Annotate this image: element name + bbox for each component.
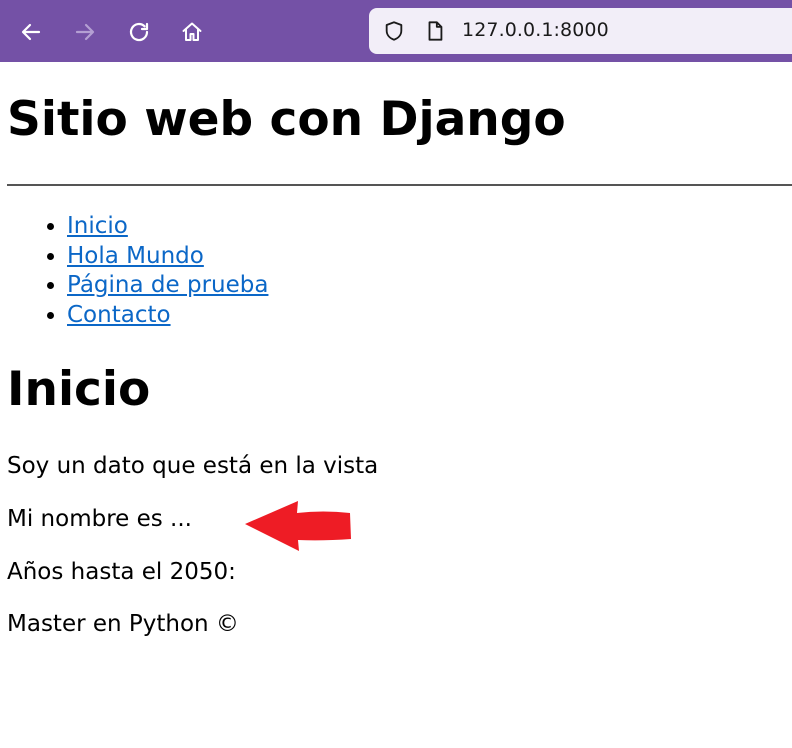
nav-link-pagina-de-prueba[interactable]: Página de prueba [67, 272, 268, 298]
reload-button[interactable] [121, 14, 157, 50]
address-bar[interactable]: 127.0.0.1:8000 [369, 8, 792, 54]
nav-link-hola-mundo[interactable]: Hola Mundo [67, 243, 204, 269]
nav-link-contacto[interactable]: Contacto [67, 302, 171, 328]
nav-item: Hola Mundo [67, 242, 268, 272]
url-text[interactable]: 127.0.0.1:8000 [462, 19, 609, 41]
back-button[interactable] [13, 14, 49, 50]
section-title: Inicio [7, 362, 151, 417]
back-arrow-icon [21, 23, 41, 41]
nav-item: Contacto [67, 301, 268, 331]
site-title: Sitio web con Django [7, 92, 566, 147]
nav-list: Inicio Hola Mundo Página de prueba Conta… [0, 212, 268, 330]
divider [7, 184, 792, 186]
view-data-text: Soy un dato que está en la vista [7, 453, 379, 479]
shield-icon [385, 21, 403, 41]
browser-toolbar: 127.0.0.1:8000 [0, 0, 792, 62]
name-text: Mi nombre es ... [7, 506, 192, 532]
red-arrow-annotation [245, 501, 351, 551]
home-button[interactable] [174, 14, 210, 50]
reload-icon [129, 22, 149, 42]
years-text: Años hasta el 2050: [7, 559, 236, 585]
forward-button[interactable] [67, 14, 103, 50]
home-icon [182, 22, 202, 41]
forward-arrow-icon [75, 23, 95, 41]
nav-link-inicio[interactable]: Inicio [67, 213, 128, 239]
nav-item: Página de prueba [67, 271, 268, 301]
footer-text: Master en Python © [7, 611, 239, 637]
nav-item: Inicio [67, 212, 268, 242]
page-icon [428, 21, 443, 41]
